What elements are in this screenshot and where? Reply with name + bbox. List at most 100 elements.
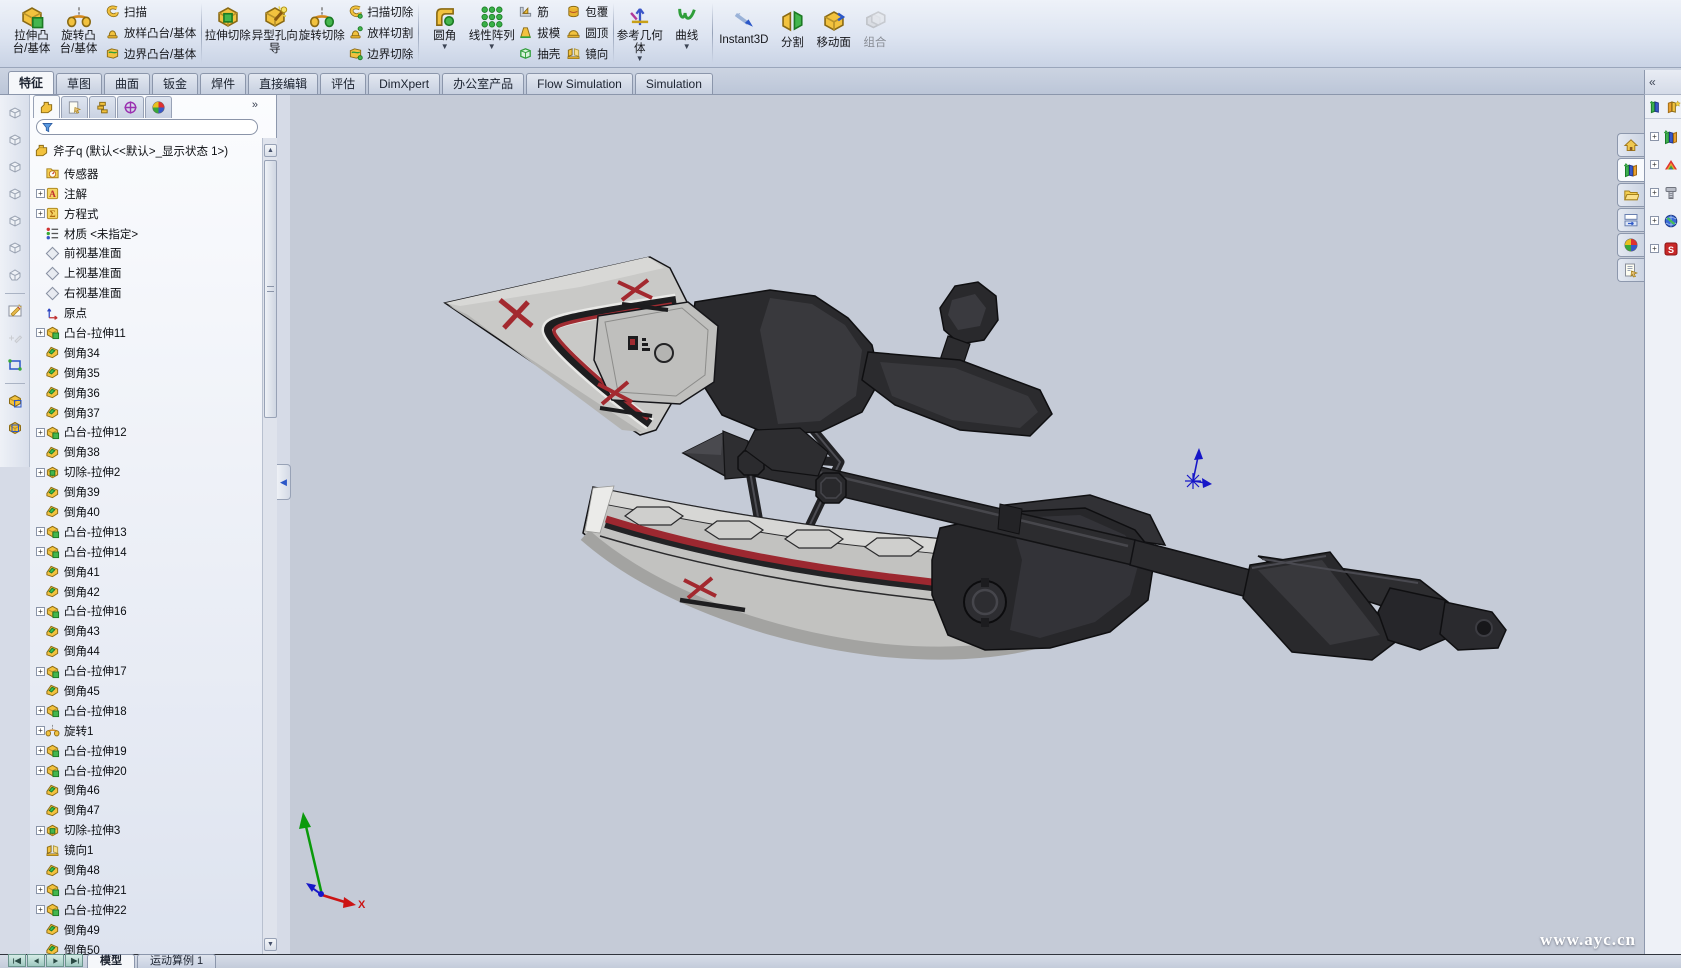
dropdown-arrow-icon[interactable]: ▼ (683, 43, 691, 50)
tree-item[interactable]: 倒角37 (30, 403, 262, 423)
view-cube-iso-button[interactable] (3, 263, 27, 287)
tree-item[interactable]: 上视基准面 (30, 263, 262, 283)
tp-lib-star-button[interactable] (1666, 99, 1681, 114)
tree-item[interactable]: 倒角36 (30, 383, 262, 403)
tree-item[interactable]: 前视基准面 (30, 243, 262, 263)
tree-item[interactable]: 倒角45 (30, 681, 262, 701)
expand-plus-icon[interactable]: + (36, 766, 45, 775)
expand-plus-icon[interactable]: + (36, 527, 45, 536)
ribbon-button-draft[interactable]: 拔模 (515, 22, 563, 43)
expand-plus-icon[interactable]: + (36, 468, 45, 477)
convert-entities-button[interactable] (3, 353, 27, 377)
dropdown-arrow-icon[interactable]: ▼ (636, 55, 644, 62)
view-cube-button[interactable] (3, 209, 27, 233)
task-pane-item[interactable]: + (1645, 182, 1681, 203)
tree-item[interactable]: 倒角44 (30, 641, 262, 661)
tree-item[interactable]: +Σ方程式 (30, 204, 262, 224)
fm-config-tab[interactable] (89, 96, 116, 118)
panel-collapse-button[interactable]: ◀ (277, 464, 291, 500)
tree-item[interactable]: 镜向1 (30, 840, 262, 860)
tree-item[interactable]: +凸台-拉伸21 (30, 880, 262, 900)
axe-3d-model[interactable]: X (290, 95, 1644, 954)
task-pane-item[interactable]: + (1645, 126, 1681, 147)
nav-prev-button[interactable] (27, 954, 45, 967)
view-cube-button[interactable] (3, 128, 27, 152)
ribbon-button-mirror[interactable]: 镜向 (563, 43, 611, 64)
view-cube-button[interactable] (3, 155, 27, 179)
ribbon-button-dome[interactable]: 圆顶 (563, 22, 611, 43)
task-pane-item[interactable]: + (1645, 210, 1681, 231)
expand-plus-icon[interactable]: + (36, 667, 45, 676)
fm-display-tab[interactable] (145, 96, 172, 118)
expand-plus-icon[interactable]: + (36, 885, 45, 894)
expand-plus-icon[interactable]: + (36, 905, 45, 914)
expand-plus-icon[interactable]: + (1650, 160, 1659, 169)
tree-item[interactable]: 材质 <未指定> (30, 224, 262, 244)
tab-特征[interactable]: 特征 (8, 71, 54, 94)
tree-item[interactable]: +凸台-拉伸18 (30, 701, 262, 721)
bottom-tab-运动算例 1[interactable]: 运动算例 1 (137, 954, 216, 968)
tree-item[interactable]: +凸台-拉伸14 (30, 542, 262, 562)
ribbon-button-revolve-cut[interactable]: 旋转切除 (298, 1, 345, 65)
expand-plus-icon[interactable]: + (1650, 244, 1659, 253)
tab-Simulation[interactable]: Simulation (635, 73, 713, 94)
ribbon-button-linear-pattern[interactable]: 线性阵列▼ (468, 1, 515, 65)
tp-folder-tab[interactable] (1617, 183, 1644, 207)
tree-item[interactable]: +凸台-拉伸20 (30, 761, 262, 781)
tab-曲面[interactable]: 曲面 (104, 73, 150, 94)
expand-plus-icon[interactable]: + (36, 328, 45, 337)
scrollbar-thumb[interactable] (264, 160, 277, 418)
tree-item[interactable]: +凸台-拉伸11 (30, 323, 262, 343)
tree-item[interactable]: +凸台-拉伸19 (30, 741, 262, 761)
tree-item[interactable]: 倒角34 (30, 343, 262, 363)
tp-library-tab[interactable] (1617, 158, 1644, 182)
tab-焊件[interactable]: 焊件 (200, 73, 246, 94)
ribbon-button-sweep[interactable]: 扫描 (102, 1, 199, 22)
tab-草图[interactable]: 草图 (56, 73, 102, 94)
tp-lib-add-button[interactable] (1649, 99, 1664, 114)
view-cube-button[interactable] (3, 236, 27, 260)
nav-first-button[interactable] (8, 954, 26, 967)
ribbon-button-loft[interactable]: 放样凸台/基体 (102, 22, 199, 43)
expand-plus-icon[interactable]: + (36, 428, 45, 437)
nav-last-button[interactable] (65, 954, 83, 967)
fm-property-tab[interactable] (61, 96, 88, 118)
expand-plus-icon[interactable]: + (36, 746, 45, 755)
expand-plus-icon[interactable]: + (1650, 132, 1659, 141)
extrude-a-button[interactable] (3, 389, 27, 413)
tree-item[interactable]: 传感器 (30, 164, 262, 184)
tree-item[interactable]: +切除-拉伸3 (30, 820, 262, 840)
ribbon-button-hole-wizard[interactable]: 异型孔向导 (251, 1, 298, 65)
view-cube-button[interactable] (3, 101, 27, 125)
tree-item[interactable]: +切除-拉伸2 (30, 462, 262, 482)
fm-feature-tab[interactable] (33, 95, 60, 118)
sketch-gray-button[interactable] (3, 326, 27, 350)
expand-plus-icon[interactable]: + (1650, 188, 1659, 197)
tree-item[interactable]: +A注解 (30, 184, 262, 204)
tree-item[interactable]: 倒角41 (30, 562, 262, 582)
task-pane-item[interactable]: + (1645, 154, 1681, 175)
ribbon-button-boundary-cut[interactable]: 边界切除 (345, 43, 416, 64)
expand-plus-icon[interactable]: + (36, 706, 45, 715)
tree-item[interactable]: +凸台-拉伸16 (30, 601, 262, 621)
tree-item[interactable]: 倒角47 (30, 800, 262, 820)
graphics-area[interactable]: X www.ayc.cn (290, 95, 1644, 955)
tab-钣金[interactable]: 钣金 (152, 73, 198, 94)
tree-item[interactable]: 倒角50 (30, 940, 262, 954)
tree-item[interactable]: +凸台-拉伸22 (30, 900, 262, 920)
ribbon-button-wrap[interactable]: 包覆 (563, 1, 611, 22)
ribbon-button-curve[interactable]: 曲线▼ (663, 1, 710, 65)
tree-item[interactable]: 右视基准面 (30, 283, 262, 303)
tree-item[interactable]: 倒角40 (30, 502, 262, 522)
ribbon-button-shell[interactable]: 抽壳 (515, 43, 563, 64)
view-cube-button[interactable] (3, 182, 27, 206)
expand-plus-icon[interactable]: + (36, 726, 45, 735)
sketch-button[interactable] (3, 299, 27, 323)
tp-props-tab[interactable] (1617, 258, 1644, 282)
ribbon-button-rib[interactable]: 筋 (515, 1, 563, 22)
tp-home-tab[interactable] (1617, 133, 1644, 157)
tp-appearance-tab[interactable] (1617, 233, 1644, 257)
panel-overflow-icon[interactable]: » (252, 99, 258, 111)
ribbon-button-cut-extrude[interactable]: 拉伸切除 (204, 1, 251, 65)
ribbon-button-combine[interactable]: 组合 (855, 0, 895, 64)
